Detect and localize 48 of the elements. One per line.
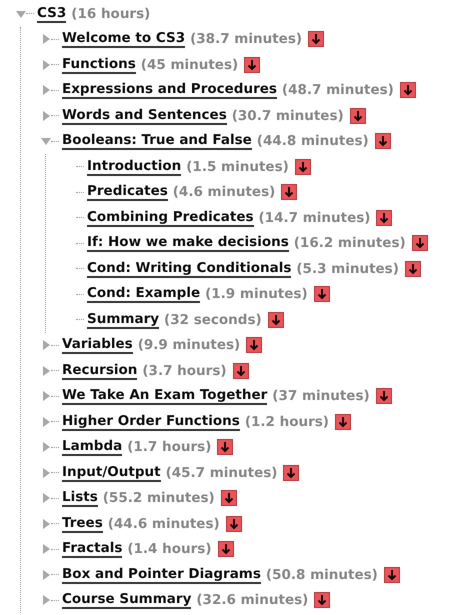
duration-text: (37 minutes)	[272, 388, 370, 404]
lesson-link[interactable]: Higher Order Functions	[62, 412, 240, 431]
duration-text: (1.2 hours)	[244, 414, 329, 430]
duration-text: (45 minutes)	[140, 56, 238, 73]
duration-text: (30.7 minutes)	[232, 108, 344, 124]
lesson-link[interactable]: Cond: Writing Conditionals	[87, 260, 292, 278]
lesson-link[interactable]: Introduction	[87, 158, 182, 176]
duration-text: (32.6 minutes)	[196, 592, 308, 608]
duration-text: (32 seconds)	[164, 312, 262, 328]
duration-text: (45.7 minutes)	[166, 464, 278, 481]
lesson-link[interactable]: Recursion	[62, 362, 138, 380]
duration-text: (50.8 minutes)	[266, 566, 378, 583]
duration-text: (55.2 minutes)	[102, 490, 215, 506]
duration-text: (9.9 minutes)	[138, 337, 240, 354]
lesson-link[interactable]: Input/Output	[62, 464, 161, 482]
lesson-link[interactable]: Booleans: True and False	[62, 132, 252, 150]
duration-text: (1.7 hours)	[127, 439, 212, 456]
duration-text: (38.7 minutes)	[190, 31, 302, 48]
lesson-link[interactable]: Predicates	[87, 183, 168, 202]
lesson-link[interactable]: Trees	[62, 514, 103, 533]
duration-text: (44.6 minutes)	[108, 516, 220, 532]
duration-text: (1.4 hours)	[127, 541, 212, 558]
duration-text: (3.7 hours)	[142, 362, 227, 379]
lesson-link[interactable]: Combining Predicates	[87, 208, 254, 227]
lesson-link[interactable]: Box and Pointer Diagrams	[62, 566, 261, 584]
duration-text: (16.2 minutes)	[294, 235, 406, 252]
duration-text: (5.3 minutes)	[296, 260, 399, 277]
lesson-link[interactable]: Functions	[62, 56, 136, 74]
lesson-link[interactable]: Welcome to CS3	[62, 30, 186, 48]
lesson-link[interactable]: Cond: Example	[87, 285, 200, 304]
lesson-link[interactable]: Lambda	[62, 438, 122, 456]
lesson-link[interactable]: We Take An Exam Together	[62, 387, 268, 406]
duration-text: (14.7 minutes)	[258, 210, 370, 226]
lesson-link[interactable]: If: How we make decisions	[87, 234, 289, 252]
duration-text: (16 hours)	[71, 6, 150, 22]
duration-text: (48.7 minutes)	[282, 82, 394, 98]
lesson-link[interactable]: Expressions and Procedures	[62, 81, 277, 100]
duration-text: (1.5 minutes)	[186, 158, 289, 175]
lesson-link[interactable]: Summary	[87, 310, 160, 329]
lesson-link[interactable]: Course Summary	[62, 591, 192, 610]
duration-text: (44.8 minutes)	[256, 133, 369, 150]
lesson-link[interactable]: Lists	[62, 489, 98, 508]
duration-text: (4.6 minutes)	[172, 184, 276, 200]
lesson-link[interactable]: CS3	[37, 4, 66, 23]
lesson-link[interactable]: Variables	[62, 336, 133, 354]
lesson-link[interactable]: Words and Sentences	[62, 106, 227, 125]
duration-text: (1.9 minutes)	[205, 286, 308, 302]
lesson-link[interactable]: Fractals	[62, 540, 122, 558]
